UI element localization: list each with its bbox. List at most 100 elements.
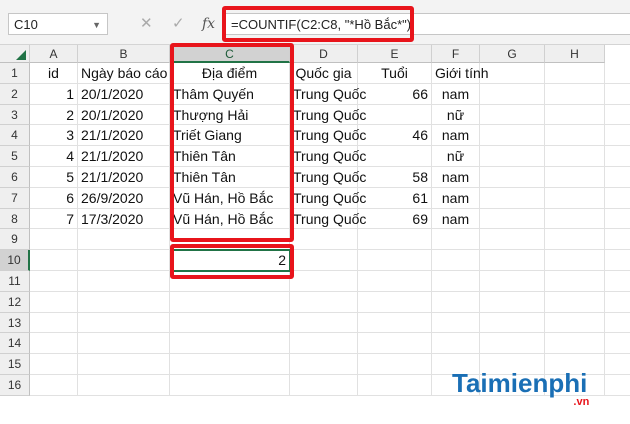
row-header-3[interactable]: 3 xyxy=(0,104,30,126)
cell[interactable]: 1 xyxy=(30,83,78,105)
empty-cell[interactable] xyxy=(170,271,290,292)
cell[interactable]: 6 xyxy=(30,187,78,209)
cell[interactable]: nam xyxy=(432,208,480,230)
cell[interactable]: nữ xyxy=(432,104,480,126)
empty-cell[interactable] xyxy=(358,354,432,375)
empty-cell[interactable] xyxy=(545,187,605,209)
cell[interactable]: 21/1/2020 xyxy=(78,167,170,188)
column-header-F[interactable]: F xyxy=(432,45,480,63)
row-header-1[interactable]: 1 xyxy=(0,63,30,84)
cell[interactable]: Giới tính xyxy=(432,63,489,84)
empty-cell[interactable] xyxy=(78,375,170,396)
empty-cell[interactable] xyxy=(290,271,358,292)
empty-cell[interactable] xyxy=(290,333,358,355)
confirm-icon[interactable]: ✓ xyxy=(172,13,185,35)
row-header-4[interactable]: 4 xyxy=(0,125,30,147)
cell[interactable]: nam xyxy=(432,167,480,188)
empty-cell[interactable] xyxy=(30,312,78,334)
column-header-D[interactable]: D xyxy=(290,45,358,63)
cell[interactable]: 21/1/2020 xyxy=(78,146,170,167)
cell[interactable]: 21/1/2020 xyxy=(78,125,170,147)
empty-cell[interactable] xyxy=(78,229,170,251)
column-header-H[interactable]: H xyxy=(545,45,605,63)
cell[interactable]: Trung Quốc xyxy=(290,125,366,147)
cell[interactable]: nam xyxy=(432,83,480,105)
empty-cell[interactable] xyxy=(290,375,358,396)
cell[interactable]: nam xyxy=(432,125,480,147)
cell[interactable]: nam xyxy=(432,187,480,209)
empty-cell[interactable] xyxy=(605,292,630,313)
row-header-16[interactable]: 16 xyxy=(0,375,30,396)
empty-cell[interactable] xyxy=(358,250,432,271)
cell[interactable]: Vũ Hán, Hồ Bắc xyxy=(170,208,290,230)
empty-cell[interactable] xyxy=(480,83,545,105)
empty-cell[interactable] xyxy=(30,271,78,292)
empty-cell[interactable] xyxy=(605,229,630,251)
empty-cell[interactable] xyxy=(605,271,630,292)
cell[interactable]: Trung Quốc xyxy=(290,146,366,167)
empty-cell[interactable] xyxy=(605,313,630,334)
empty-cell[interactable] xyxy=(480,208,545,230)
empty-cell[interactable] xyxy=(480,167,545,188)
empty-cell[interactable] xyxy=(545,104,605,126)
empty-cell[interactable] xyxy=(480,146,545,167)
empty-cell[interactable] xyxy=(30,250,78,271)
empty-cell[interactable] xyxy=(545,146,605,167)
cell[interactable]: 66 xyxy=(358,83,432,105)
name-box[interactable]: C10 ▼ xyxy=(8,13,108,35)
cell[interactable] xyxy=(358,104,432,126)
cell[interactable]: 46 xyxy=(358,125,432,147)
cell[interactable]: Triết Giang xyxy=(170,125,290,147)
empty-cell[interactable] xyxy=(432,333,480,355)
column-header-G[interactable]: G xyxy=(480,45,545,63)
cell[interactable]: Trung Quốc xyxy=(290,208,366,230)
cell[interactable]: 2 xyxy=(30,104,78,126)
empty-cell[interactable] xyxy=(605,63,630,84)
empty-cell[interactable] xyxy=(545,333,605,355)
empty-cell[interactable] xyxy=(78,291,170,313)
empty-cell[interactable] xyxy=(605,146,630,167)
cell[interactable]: 4 xyxy=(30,146,78,167)
empty-cell[interactable] xyxy=(30,375,78,396)
empty-cell[interactable] xyxy=(358,312,432,334)
empty-cell[interactable] xyxy=(170,333,290,355)
cell[interactable]: Trung Quốc xyxy=(290,104,366,126)
empty-cell[interactable] xyxy=(605,188,630,209)
empty-cell[interactable] xyxy=(605,375,630,396)
empty-cell[interactable] xyxy=(605,333,630,355)
column-header-C[interactable]: C xyxy=(170,45,290,63)
empty-cell[interactable] xyxy=(480,333,545,355)
cell[interactable]: Địa điểm xyxy=(170,63,290,84)
empty-cell[interactable] xyxy=(480,63,545,84)
row-header-9[interactable]: 9 xyxy=(0,229,30,251)
empty-cell[interactable] xyxy=(605,125,630,147)
empty-cell[interactable] xyxy=(358,291,432,313)
cell[interactable]: Trung Quốc xyxy=(290,187,366,209)
cell[interactable]: 20/1/2020 xyxy=(78,104,170,126)
empty-cell[interactable] xyxy=(605,167,630,188)
empty-cell[interactable] xyxy=(605,250,630,271)
empty-cell[interactable] xyxy=(290,291,358,313)
empty-cell[interactable] xyxy=(545,167,605,188)
empty-cell[interactable] xyxy=(605,209,630,230)
empty-cell[interactable] xyxy=(78,250,170,271)
column-header-A[interactable]: A xyxy=(30,45,78,63)
empty-cell[interactable] xyxy=(78,271,170,292)
row-header-7[interactable]: 7 xyxy=(0,187,30,209)
empty-cell[interactable] xyxy=(605,84,630,105)
row-header-6[interactable]: 6 xyxy=(0,167,30,188)
cell[interactable]: 3 xyxy=(30,125,78,147)
empty-cell[interactable] xyxy=(480,104,545,126)
empty-cell[interactable] xyxy=(545,125,605,147)
cell[interactable]: 20/1/2020 xyxy=(78,83,170,105)
empty-cell[interactable] xyxy=(30,229,78,251)
cell[interactable]: Trung Quốc xyxy=(290,83,366,105)
empty-cell[interactable] xyxy=(480,312,545,334)
empty-cell[interactable] xyxy=(480,250,545,271)
column-header-E[interactable]: E xyxy=(358,45,432,63)
cell[interactable]: 5 xyxy=(30,167,78,188)
empty-cell[interactable] xyxy=(78,312,170,334)
cell[interactable]: Trung Quốc xyxy=(290,167,366,188)
empty-cell[interactable] xyxy=(170,354,290,375)
empty-cell[interactable] xyxy=(290,229,358,251)
